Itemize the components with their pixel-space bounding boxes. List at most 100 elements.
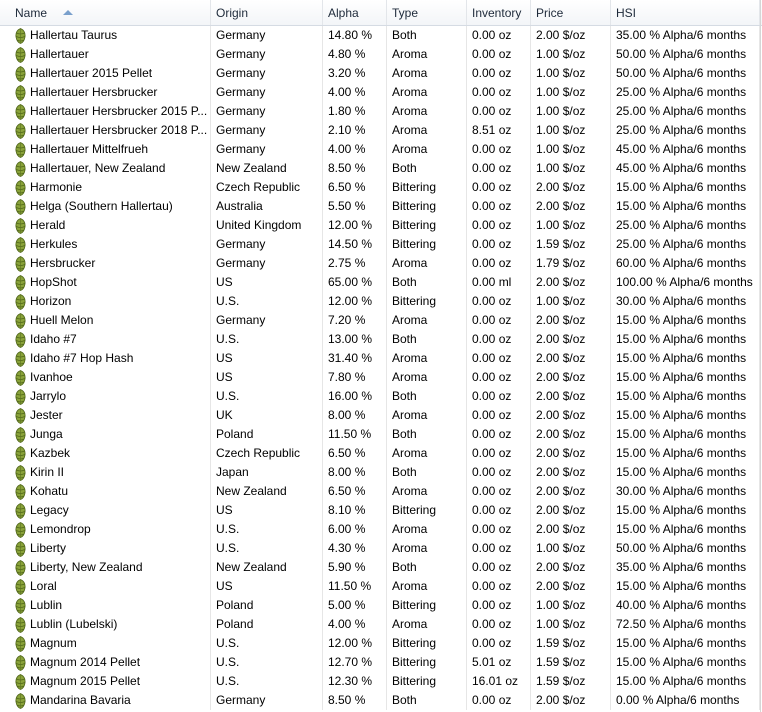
table-row[interactable]: Hallertauer Mittelfrueh Germany 4.00 % Arom… [0, 140, 760, 159]
type-text: Bittering [392, 199, 437, 213]
table-row[interactable]: Liberty, New Zealand New Zealand 5.90 % Bot… [0, 558, 760, 577]
inventory-text: 0.00 oz [472, 560, 512, 574]
hsi-text: 15.00 % Alpha/6 months [616, 636, 747, 650]
table-row[interactable]: Magnum 2014 Pellet U.S. 12.70 % Bittering 5.… [0, 653, 760, 672]
inventory-text: 0.00 ml [472, 275, 512, 289]
table-row[interactable]: Herkules Germany 14.50 % Bittering 0.00 oz 1.… [0, 235, 760, 254]
name-text: Hallertauer Hersbrucker 2018 P... [30, 123, 208, 137]
alpha-text: 8.50 % [328, 693, 366, 707]
price-text: 1.79 $/oz [536, 256, 586, 270]
cell-alpha: 5.90 % [323, 558, 387, 577]
cell-name: Lublin [0, 596, 211, 615]
table-row[interactable]: Kohatu New Zealand 6.50 % Aroma 0.00 oz 2.00 … [0, 482, 760, 501]
type-text: Bittering [392, 636, 437, 650]
origin-text: U.S. [216, 389, 240, 403]
cell-inventory: 0.00 oz [467, 349, 531, 368]
cell-price: 2.00 $/oz [531, 368, 611, 387]
cell-hsi: 25.00 % Alpha/6 months [611, 102, 760, 121]
column-header-origin[interactable]: Origin [211, 0, 323, 25]
hop-icon [15, 674, 26, 690]
column-header-type[interactable]: Type [387, 0, 467, 25]
name-text: HopShot [30, 275, 77, 289]
column-header-inventory-label: Inventory [472, 6, 522, 20]
table-row[interactable]: Lemondrop U.S. 6.00 % Aroma 0.00 oz 2.00 $/oz… [0, 520, 760, 539]
cell-inventory: 0.00 oz [467, 406, 531, 425]
cell-name: Liberty [0, 539, 211, 558]
type-text: Bittering [392, 294, 437, 308]
table-row[interactable]: Magnum 2015 Pellet U.S. 12.30 % Bittering 16… [0, 672, 760, 691]
table-row[interactable]: Magnum U.S. 12.00 % Bittering 0.00 oz 1.59 $/… [0, 634, 760, 653]
table-row[interactable]: Horizon U.S. 12.00 % Bittering 0.00 oz 1.00 $… [0, 292, 760, 311]
hop-icon [15, 351, 26, 367]
table-row[interactable]: Legacy US 8.10 % Bittering 0.00 oz 2.00 $/oz 1… [0, 501, 760, 520]
cell-name: Hallertauer Hersbrucker [0, 83, 211, 102]
cell-origin: Germany [211, 64, 323, 83]
table-row[interactable]: Loral US 11.50 % Aroma 0.00 oz 2.00 $/oz 15.00… [0, 577, 760, 596]
alpha-text: 6.50 % [328, 484, 366, 498]
table-row[interactable]: Liberty U.S. 4.30 % Aroma 0.00 oz 1.00 $/oz 50… [0, 539, 760, 558]
alpha-text: 3.20 % [328, 66, 366, 80]
hsi-text: 15.00 % Alpha/6 months [616, 332, 747, 346]
table-row[interactable]: Hallertauer Hersbrucker 2018 P... Germany… [0, 121, 760, 140]
price-text: 2.00 $/oz [536, 313, 586, 327]
table-row[interactable]: Kazbek Czech Republic 6.50 % Aroma 0.00 oz 2.… [0, 444, 760, 463]
table-row[interactable]: Herald United Kingdom 12.00 % Bittering 0.00… [0, 216, 760, 235]
hop-icon [15, 47, 26, 63]
cell-alpha: 6.50 % [323, 482, 387, 501]
cell-hsi: 15.00 % Alpha/6 months [611, 501, 760, 520]
table-row[interactable]: Hallertauer Hersbrucker Germany 4.00 % Arom… [0, 83, 760, 102]
column-header-inventory[interactable]: Inventory [467, 0, 531, 25]
column-header-alpha[interactable]: Alpha [323, 0, 387, 25]
cell-name: Hallertauer Hersbrucker 2018 P... [0, 121, 211, 140]
type-text: Aroma [392, 66, 428, 80]
type-text: Bittering [392, 674, 437, 688]
table-row[interactable]: Lublin (Lubelski) Poland 4.00 % Aroma 0.00 o… [0, 615, 760, 634]
table-row[interactable]: Hallertauer Hersbrucker 2015 P... Germany… [0, 102, 760, 121]
price-text: 1.00 $/oz [536, 598, 586, 612]
cell-price: 2.00 $/oz [531, 558, 611, 577]
cell-name: Idaho #7 [0, 330, 211, 349]
table-row[interactable]: Hersbrucker Germany 2.75 % Aroma 0.00 oz 1.79… [0, 254, 760, 273]
cell-inventory: 0.00 oz [467, 691, 531, 710]
cell-alpha: 8.00 % [323, 406, 387, 425]
table-row[interactable]: Ivanhoe US 7.80 % Aroma 0.00 oz 2.00 $/oz 15.0… [0, 368, 760, 387]
table-row[interactable]: Hallertauer Germany 4.80 % Aroma 0.00 oz 1.00… [0, 45, 760, 64]
column-header-name[interactable]: Name [0, 0, 211, 25]
cell-inventory: 0.00 oz [467, 501, 531, 520]
hsi-text: 15.00 % Alpha/6 months [616, 427, 747, 441]
type-text: Bittering [392, 503, 437, 517]
table-row[interactable]: Lublin Poland 5.00 % Bittering 0.00 oz 1.00 $… [0, 596, 760, 615]
table-row[interactable]: Harmonie Czech Republic 6.50 % Bittering 0.0… [0, 178, 760, 197]
column-header-hsi[interactable]: HSI [611, 0, 760, 25]
name-text: Hersbrucker [30, 256, 96, 270]
table-row[interactable]: Hallertauer 2015 Pellet Germany 3.20 % Arom… [0, 64, 760, 83]
table-row[interactable]: Hallertauer, New Zealand New Zealand 8.50 … [0, 159, 760, 178]
table-row[interactable]: Jarrylo U.S. 16.00 % Both 0.00 oz 2.00 $/oz 15… [0, 387, 760, 406]
cell-price: 1.79 $/oz [531, 254, 611, 273]
column-header-price[interactable]: Price [531, 0, 611, 25]
origin-text: United Kingdom [216, 218, 302, 232]
table-row[interactable]: Junga Poland 11.50 % Both 0.00 oz 2.00 $/oz 15… [0, 425, 760, 444]
cell-origin: Poland [211, 425, 323, 444]
hop-icon [15, 313, 26, 329]
alpha-text: 7.80 % [328, 370, 366, 384]
cell-price: 2.00 $/oz [531, 691, 611, 710]
table-row[interactable]: Hallertau Taurus Germany 14.80 % Both 0.00 o… [0, 26, 760, 45]
price-text: 1.00 $/oz [536, 85, 586, 99]
hsi-text: 25.00 % Alpha/6 months [616, 218, 747, 232]
table-row[interactable]: Helga (Southern Hallertau) Australia 5.50 … [0, 197, 760, 216]
table-row[interactable]: Kirin II Japan 8.00 % Both 0.00 oz 2.00 $/oz 1… [0, 463, 760, 482]
type-text: Both [392, 465, 417, 479]
table-row[interactable]: Idaho #7 U.S. 13.00 % Both 0.00 oz 2.00 $/oz 1… [0, 330, 760, 349]
price-text: 1.00 $/oz [536, 123, 586, 137]
table-row[interactable]: Huell Melon Germany 7.20 % Aroma 0.00 oz 2.00… [0, 311, 760, 330]
cell-hsi: 0.00 % Alpha/6 months [611, 691, 760, 710]
origin-text: Germany [216, 47, 266, 61]
type-text: Aroma [392, 85, 428, 99]
table-row[interactable]: Mandarina Bavaria Germany 8.50 % Both 0.00 o… [0, 691, 760, 710]
table-row[interactable]: Jester UK 8.00 % Aroma 0.00 oz 2.00 $/oz 15.00… [0, 406, 760, 425]
type-text: Aroma [392, 579, 428, 593]
table-row[interactable]: HopShot US 65.00 % Both 0.00 ml 2.00 $/oz 100.… [0, 273, 760, 292]
cell-alpha: 2.10 % [323, 121, 387, 140]
table-row[interactable]: Idaho #7 Hop Hash US 31.40 % Aroma 0.00 oz 2.… [0, 349, 760, 368]
